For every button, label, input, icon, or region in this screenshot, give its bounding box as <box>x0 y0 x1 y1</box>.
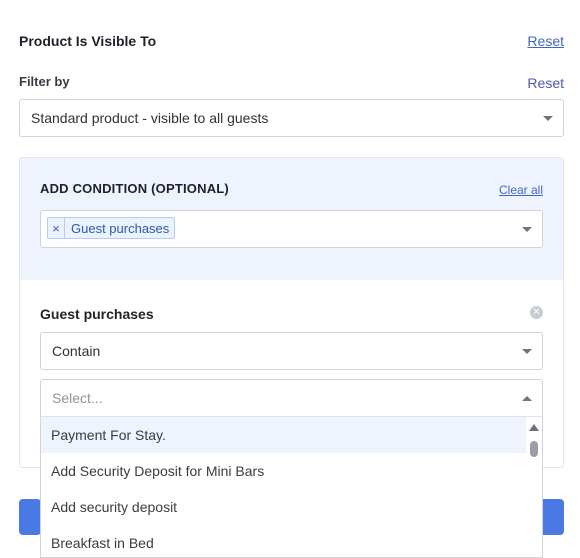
purchase-options-menu: Payment For Stay. Add Security Deposit f… <box>40 416 543 558</box>
blue-button-right-edge[interactable] <box>543 499 564 535</box>
purchase-select-input[interactable]: Select... <box>40 379 543 417</box>
guest-purchases-label: Guest purchases <box>40 306 154 322</box>
operator-select[interactable]: Contain <box>40 332 543 370</box>
chevron-up-icon[interactable] <box>522 396 532 401</box>
tag-label: Guest purchases <box>71 220 170 236</box>
tag-remove-icon[interactable]: × <box>48 218 65 238</box>
page-title: Product Is Visible To <box>19 33 157 49</box>
option-item[interactable]: Breakfast in Bed <box>41 525 527 557</box>
blue-button-left-edge[interactable] <box>19 499 41 535</box>
x-circle-icon[interactable]: ✕ <box>530 306 543 319</box>
clear-all-link[interactable]: Clear all <box>499 183 543 197</box>
chevron-down-icon <box>543 116 553 121</box>
menu-scrollbar[interactable] <box>526 417 542 557</box>
scroll-up-arrow-icon[interactable] <box>529 424 539 431</box>
chevron-down-icon <box>522 227 532 232</box>
add-condition-label: ADD CONDITION (OPTIONAL) <box>40 181 229 196</box>
chevron-down-icon <box>522 349 532 354</box>
condition-multi-select[interactable]: × Guest purchases <box>40 210 543 248</box>
option-item[interactable]: Add Security Deposit for Mini Bars <box>41 453 527 489</box>
filter-label: Filter by <box>19 74 70 89</box>
filter-select-value: Standard product - visible to all guests <box>31 110 269 126</box>
filter-reset-link[interactable]: Reset <box>527 75 564 91</box>
option-item[interactable]: Add security deposit <box>41 489 527 525</box>
filter-select[interactable]: Standard product - visible to all guests <box>19 99 564 137</box>
reset-link[interactable]: Reset <box>527 33 564 49</box>
option-item[interactable]: Payment For Stay. <box>41 417 527 453</box>
purchase-select-placeholder: Select... <box>52 390 103 406</box>
scrollbar-thumb[interactable] <box>530 441 538 457</box>
condition-tag: × Guest purchases <box>47 217 176 239</box>
operator-select-value: Contain <box>52 343 101 359</box>
